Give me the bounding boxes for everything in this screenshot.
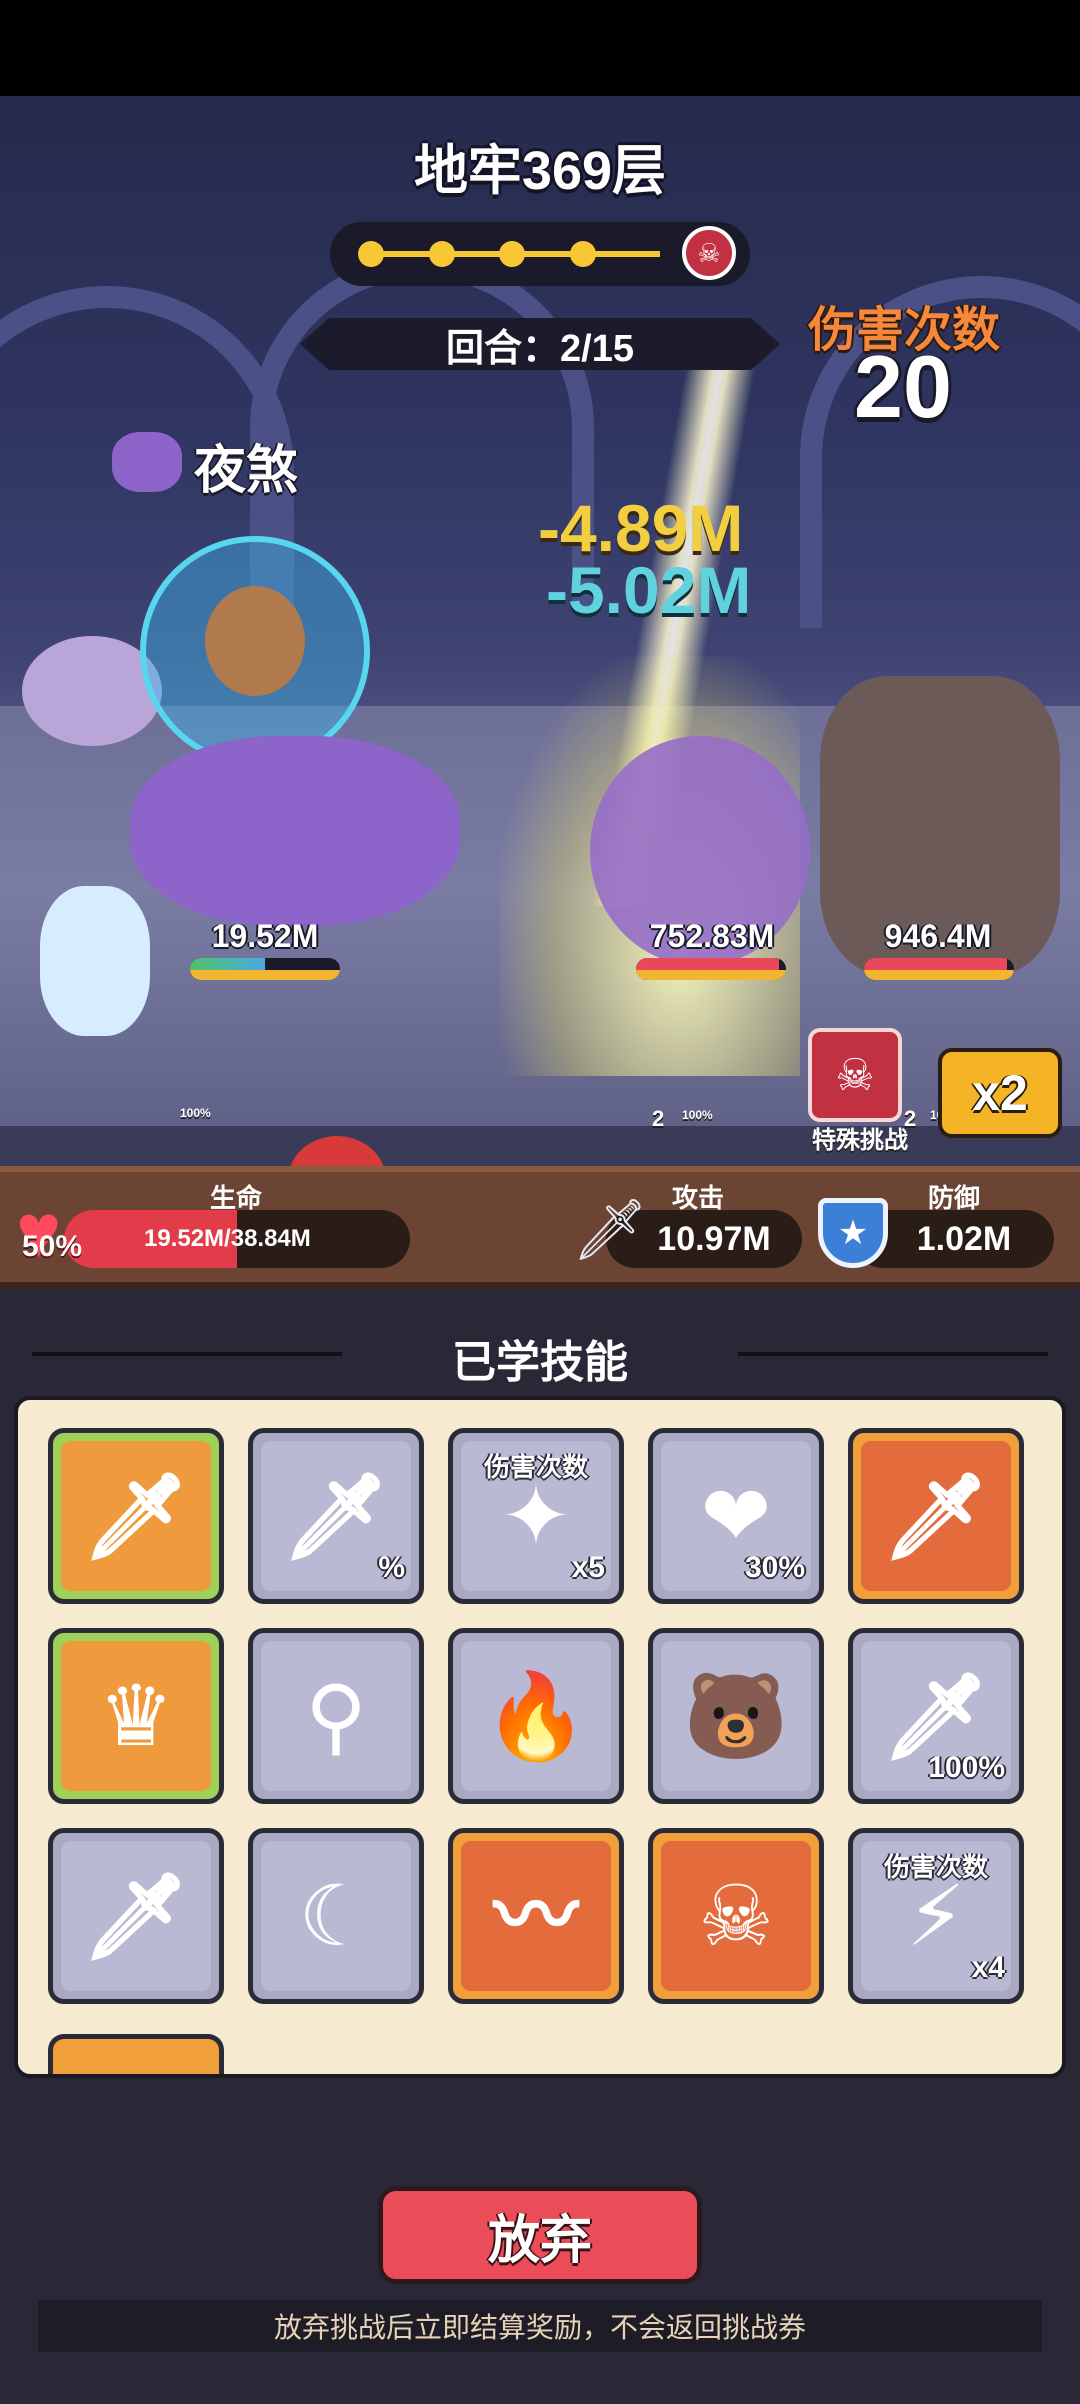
skill-slot[interactable]: ♛ xyxy=(48,1628,224,1804)
skills-title: 已学技能 xyxy=(452,1338,628,1387)
life-value: 19.52M/38.84M xyxy=(144,1225,311,1252)
capybara-hero xyxy=(205,586,305,696)
crescent-fire-icon: ☾ xyxy=(298,1869,374,1963)
skill-value: % xyxy=(378,1551,405,1584)
give-up-notice: 放弃挑战后立即结算奖励，不会返回挑战券 xyxy=(38,2300,1042,2352)
player-hp-text: 19.52M xyxy=(211,918,319,954)
purple-dragon-mount xyxy=(130,736,460,926)
skill-slot[interactable]: 〰 xyxy=(448,1828,624,2004)
lightning-hit-icon: ⚡ xyxy=(906,1869,966,1963)
dungeon-title: 地牢369层 xyxy=(413,141,667,201)
dash-sword-icon: 🗡 xyxy=(882,1469,990,1563)
skill-caption: 伤害次数 xyxy=(883,1852,988,1882)
hit-count-burst-icon: ✦ xyxy=(500,1469,572,1563)
skull-ice-icon: ☠ xyxy=(698,1869,774,1963)
skull-icon: ☠ xyxy=(835,1050,875,1100)
player-hp-fill xyxy=(190,958,265,970)
skill-slot-partial[interactable] xyxy=(48,2034,224,2074)
skill-value: 100% xyxy=(928,1751,1005,1784)
special-challenge-label: 特殊挑战 xyxy=(812,1127,908,1154)
ice-crystal-pet xyxy=(40,886,150,1036)
game-screen: 地牢369层 ☠ 回合：2/15 伤害次数 20 -4.89M -5.02M 夜… xyxy=(0,0,1080,2404)
enemy-armor-fill xyxy=(636,970,786,980)
dragon-mount-icon xyxy=(112,432,182,492)
enemy-armor-fill xyxy=(864,970,1014,980)
sword-icon: 🗡 xyxy=(572,1196,649,1263)
life-percent: 50% xyxy=(22,1230,83,1263)
special-challenge-button[interactable]: ☠ xyxy=(808,1028,902,1122)
skill-slot[interactable]: 🗡 100% xyxy=(848,1628,1024,1804)
capybara-icon: 🐻 xyxy=(683,1669,789,1763)
golden-staff-icon: ⚲ xyxy=(305,1669,367,1763)
heart-heal-icon: ❤ xyxy=(700,1469,772,1563)
life-bar: 19.52M/38.84M xyxy=(64,1210,410,1268)
skill-slot[interactable]: 🗡 xyxy=(48,1428,224,1604)
status-tag: 100% xyxy=(180,1106,211,1120)
skill-value: 30% xyxy=(744,1551,805,1584)
mount-name: 夜煞 xyxy=(194,442,299,500)
progress-dot xyxy=(429,241,455,267)
skill-slot[interactable]: 🗡% xyxy=(248,1428,424,1604)
skill-slot[interactable]: ✦ 伤害次数 x5 xyxy=(448,1428,624,1604)
crit-sword-icon: 🗡 xyxy=(282,1469,390,1563)
hit-count-value: 20 xyxy=(854,337,952,436)
skills-panel: 🗡 🗡% ✦ 伤害次数 x5 ❤ 30% 🗡 ♛ ⚲ 🔥 🐻 🗡 100% 🗡 ☾ 〰 ☠ ⚡ 伤害次数 x4 xyxy=(14,1396,1066,2078)
shield-icon: ★ xyxy=(818,1198,888,1268)
enemy-hp-fill xyxy=(636,958,779,970)
break-sword-icon: 🗡 xyxy=(882,1669,990,1763)
status-bar xyxy=(0,0,1080,96)
skill-slot[interactable]: 🐻 xyxy=(648,1628,824,1804)
skill-value: x4 xyxy=(971,1951,1005,1984)
water-wave-icon: 〰 xyxy=(493,1869,578,1963)
player-hp-bar xyxy=(190,958,340,980)
skill-slot[interactable]: ⚡ 伤害次数 x4 xyxy=(848,1828,1024,2004)
status-tag: 100% xyxy=(682,1108,713,1122)
enemy-hp-bar xyxy=(636,958,786,980)
crown-icon: ♛ xyxy=(98,1669,174,1763)
battle-scene: 地牢369层 ☠ 回合：2/15 伤害次数 20 -4.89M -5.02M 夜… xyxy=(0,96,1080,1166)
enemy-hp-text: 946.4M xyxy=(884,918,992,954)
skill-slot[interactable]: 🗡 xyxy=(848,1428,1024,1604)
stats-bar: 生命 19.52M/38.84M ♥ 50% 攻击 10.97M 🗡 防御 1.… xyxy=(0,1166,1080,1288)
dark-sword-icon: 🗡 xyxy=(82,1869,190,1963)
buff-count: 2 xyxy=(652,1106,665,1131)
progress-dot xyxy=(570,241,596,267)
skill-slot[interactable]: 🔥 xyxy=(448,1628,624,1804)
skill-caption: 伤害次数 xyxy=(483,1452,588,1482)
enemy-hp-bar xyxy=(864,958,1014,980)
boss-skull-icon: ☠ xyxy=(682,226,736,280)
enemy-hp-fill xyxy=(864,958,1007,970)
speed-button[interactable]: x2 xyxy=(938,1048,1062,1138)
enemy-hp-text: 752.83M xyxy=(649,918,775,954)
fire-sword-icon: 🔥 xyxy=(483,1669,589,1763)
player-shield-fill xyxy=(190,970,340,980)
skill-slot[interactable]: ☠ xyxy=(648,1828,824,2004)
progress-dot xyxy=(358,241,384,267)
floor-progress: ☠ xyxy=(330,222,750,286)
skill-value: x5 xyxy=(571,1551,605,1584)
damage-number: -5.02M xyxy=(546,553,752,627)
round-counter: 回合：2/15 xyxy=(300,318,780,370)
skill-slot[interactable]: 🗡 xyxy=(48,1828,224,2004)
skill-slot[interactable]: ☾ xyxy=(248,1828,424,2004)
give-up-button[interactable]: 放弃 xyxy=(378,2186,702,2284)
skill-slot[interactable]: ❤ 30% xyxy=(648,1428,824,1604)
progress-dot xyxy=(499,241,525,267)
sword-wave-icon: 🗡 xyxy=(82,1469,190,1563)
skill-slot[interactable]: ⚲ xyxy=(248,1628,424,1804)
